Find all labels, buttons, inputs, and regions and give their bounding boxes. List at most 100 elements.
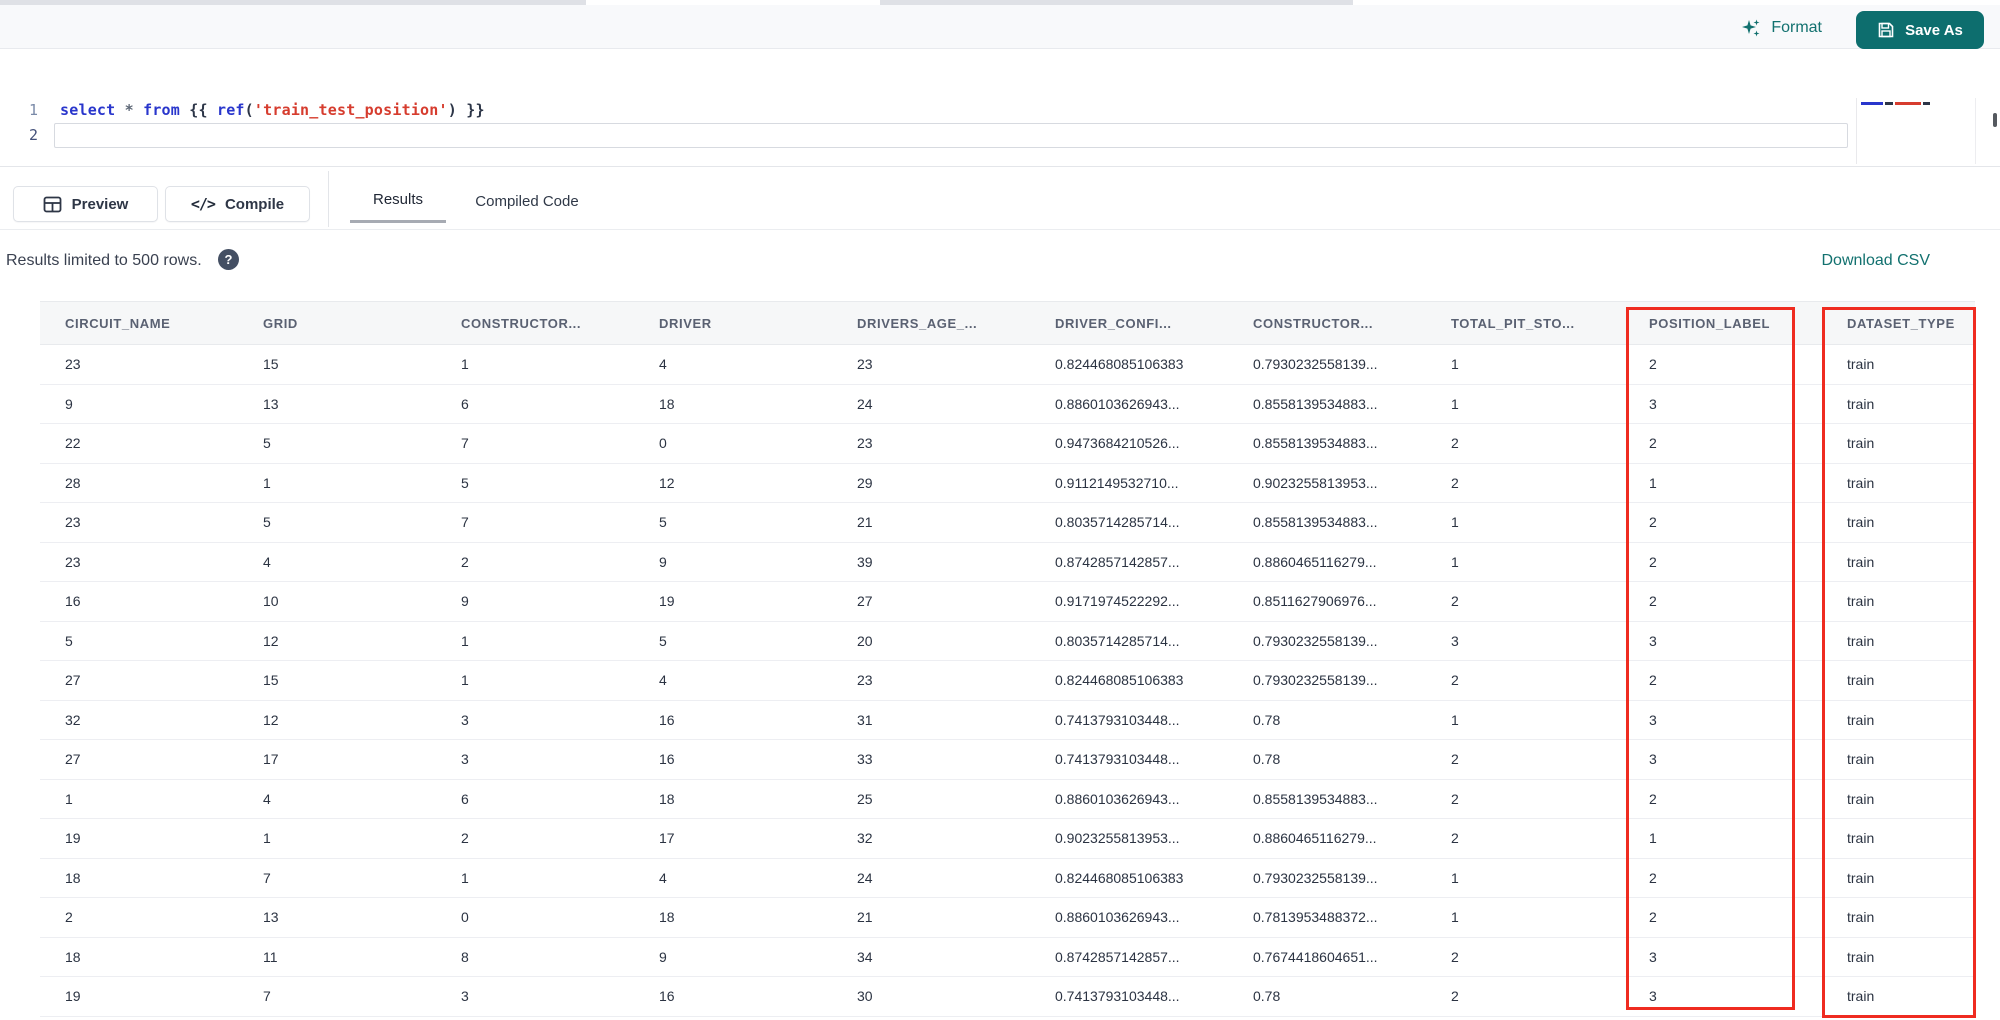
column-header[interactable]: CIRCUIT_NAME	[65, 316, 263, 331]
table-cell: train	[1847, 474, 1875, 491]
editor-minimap[interactable]	[1856, 98, 1976, 164]
table-row: 1 4 6 18 25 0.8860103626943... 0.8558139534883…	[40, 779, 1975, 819]
table-cell: train	[1847, 948, 1875, 965]
table-cell: 1	[461, 632, 469, 649]
action-row: Preview </> Compile Results Compiled Cod…	[0, 166, 2000, 230]
table-cell: 9	[659, 553, 667, 570]
download-csv-link[interactable]: Download CSV	[1822, 252, 1931, 270]
table-cell: 3	[1649, 632, 1657, 649]
ide-window: Format Save As 1 2 select * from {{ ref(…	[0, 0, 2000, 1020]
column-header[interactable]: DRIVERS_AGE_...	[857, 316, 1055, 331]
table-cell: 2	[1649, 435, 1657, 452]
table-cell: 21	[857, 514, 873, 531]
code-icon: </>	[190, 195, 216, 213]
table-row: 18 7 1 4 24 0.824468085106383 0.7930232558139.…	[40, 858, 1975, 898]
table-cell: 23	[65, 553, 81, 570]
table-row: 27 17 3 16 33 0.7413793103448... 0.78 2 3 train	[40, 740, 1975, 780]
column-header[interactable]: GRID	[263, 316, 461, 331]
table-cell: 19	[65, 830, 81, 847]
scrollbar-thumb[interactable]	[1993, 113, 1997, 127]
table-cell: 1	[461, 356, 469, 373]
column-header[interactable]: DRIVER	[659, 316, 857, 331]
table-cell: 24	[857, 395, 873, 412]
save-as-label: Save As	[1905, 21, 1963, 39]
compile-button[interactable]: </> Compile	[165, 186, 310, 222]
table-cell: 18	[659, 909, 675, 926]
column-header[interactable]: CONSTRUCTOR...	[461, 316, 659, 331]
code-line-1[interactable]: select * from {{ ref('train_test_positio…	[60, 101, 485, 123]
table-cell: 0.824468085106383	[1055, 869, 1184, 886]
table-cell: 0.8860465116279...	[1253, 830, 1377, 847]
table-cell: 28	[65, 474, 81, 491]
table-cell: 13	[263, 909, 279, 926]
table-cell: 1	[1451, 711, 1459, 728]
table-cell: 0.7413793103448...	[1055, 988, 1180, 1005]
tab-results[interactable]: Results	[350, 179, 446, 223]
table-cell: 2	[1451, 988, 1459, 1005]
table-cell: 1	[461, 869, 469, 886]
table-cell: 2	[1649, 672, 1657, 689]
table-row: 28 1 5 12 29 0.9112149532710... 0.902325581395…	[40, 463, 1975, 503]
help-icon[interactable]: ?	[218, 249, 239, 270]
table-row: 2 13 0 18 21 0.8860103626943... 0.781395348837…	[40, 898, 1975, 938]
table-row: 23 15 1 4 23 0.824468085106383 0.7930232558139…	[40, 345, 1975, 385]
table-row: 19 7 3 16 30 0.7413793103448... 0.78 2 3 train	[40, 977, 1975, 1017]
preview-button[interactable]: Preview	[13, 186, 158, 222]
table-cell: 23	[65, 514, 81, 531]
table-cell: 0.78	[1253, 751, 1281, 768]
table-cell: 23	[65, 356, 81, 373]
save-icon	[1877, 21, 1895, 39]
table-cell: 23	[857, 672, 873, 689]
table-cell: 0.8860103626943...	[1055, 395, 1180, 412]
preview-label: Preview	[71, 195, 129, 213]
active-line-highlight[interactable]	[54, 123, 1848, 148]
table-cell: 15	[263, 672, 279, 689]
table-cell: 32	[857, 830, 873, 847]
table-cell: 0.7813953488372...	[1253, 909, 1378, 926]
table-cell: 9	[65, 395, 73, 412]
format-button[interactable]: Format	[1740, 13, 1822, 43]
divider	[328, 171, 329, 227]
table-cell: 18	[659, 790, 675, 807]
table-cell: 39	[857, 553, 873, 570]
table-cell: 29	[857, 474, 873, 491]
table-cell: 1	[1451, 909, 1459, 926]
table-cell: 9	[461, 593, 469, 610]
table-cell: 2	[461, 553, 469, 570]
table-cell: 0	[659, 435, 667, 452]
table-cell: 3	[461, 988, 469, 1005]
table-cell: 10	[263, 593, 279, 610]
row-limit-notice: Results limited to 500 rows.	[6, 252, 202, 269]
table-cell: 5	[461, 474, 469, 491]
sparkles-icon	[1740, 17, 1762, 39]
table-cell: 5	[659, 632, 667, 649]
table-cell: 1	[1451, 514, 1459, 531]
table-cell: 23	[857, 356, 873, 373]
table-cell: 1	[1451, 553, 1459, 570]
table-cell: 8	[461, 948, 469, 965]
table-cell: 20	[857, 632, 873, 649]
results-table: CIRCUIT_NAME GRID CONSTRUCTOR... DRIVER DRIV…	[40, 301, 1975, 1017]
table-body: 23 15 1 4 23 0.824468085106383 0.7930232558139…	[40, 345, 1975, 1017]
table-cell: train	[1847, 395, 1875, 412]
table-cell: 1	[461, 672, 469, 689]
table-cell: 17	[263, 751, 279, 768]
column-header[interactable]: TOTAL_PIT_STO...	[1451, 316, 1649, 331]
column-header[interactable]: DRIVER_CONFI...	[1055, 316, 1253, 331]
table-cell: 2	[1451, 790, 1459, 807]
table-cell: 15	[263, 356, 279, 373]
column-header[interactable]: POSITION_LABEL	[1649, 316, 1847, 331]
table-cell: 3	[461, 751, 469, 768]
table-row: 27 15 1 4 23 0.824468085106383 0.7930232558139…	[40, 661, 1975, 701]
column-header[interactable]: DATASET_TYPE	[1847, 316, 1975, 331]
tab-compiled-code[interactable]: Compiled Code	[462, 179, 592, 223]
table-cell: 12	[659, 474, 675, 491]
save-as-button[interactable]: Save As	[1856, 11, 1984, 49]
column-header[interactable]: CONSTRUCTOR...	[1253, 316, 1451, 331]
table-cell: 2	[1649, 514, 1657, 531]
table-cell: 3	[1649, 988, 1657, 1005]
table-cell: 0.824468085106383	[1055, 672, 1184, 689]
table-cell: 0.9171974522292...	[1055, 593, 1180, 610]
sql-editor[interactable]: 1 2 select * from {{ ref('train_test_pos…	[0, 49, 2000, 166]
table-cell: 0.8860103626943...	[1055, 790, 1180, 807]
